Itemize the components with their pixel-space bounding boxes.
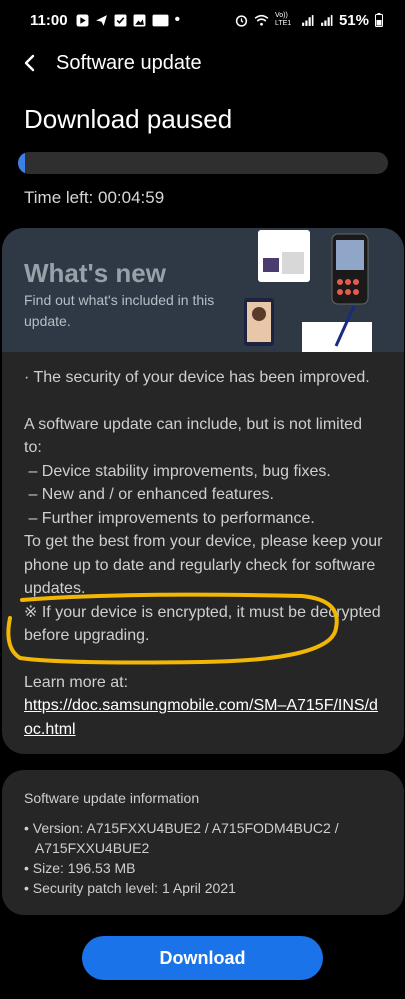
battery-icon <box>375 13 383 27</box>
lte-label: Vo)) LTE1 <box>274 12 292 27</box>
download-status-title: Download paused <box>24 104 233 134</box>
chevron-left-icon <box>24 54 35 72</box>
release-notes: · The security of your device has been i… <box>24 366 384 741</box>
progress-fill <box>18 152 26 174</box>
note-intro: A software update can include, but is no… <box>24 415 367 457</box>
notification-icons: • <box>76 11 181 29</box>
note-encrypted: ※ If your device is encrypted, it must b… <box>24 603 386 645</box>
download-progress-bar <box>18 152 388 174</box>
update-info-card: Software update information • Version: A… <box>2 770 404 915</box>
gb-icon <box>152 14 169 26</box>
note-security: · The security of your device has been i… <box>24 369 370 386</box>
wifi-icon <box>254 14 269 26</box>
note-keep-up: To get the best from your device, please… <box>24 533 387 597</box>
learn-more-label: Learn more at: <box>24 673 129 691</box>
devices-illustration <box>244 230 372 352</box>
time-left: Time left: 00:04:59 <box>24 188 165 207</box>
back-button[interactable] <box>18 52 40 74</box>
play-icon <box>76 14 89 26</box>
clock: 11:00 <box>30 11 68 29</box>
info-title: Software update information <box>24 790 200 806</box>
more-dot-icon: • <box>174 11 181 28</box>
info-version-cont: A715FXXU4BUE2 <box>24 840 150 856</box>
note-bullet-2: – New and / or enhanced features. <box>24 486 274 503</box>
note-bullet-1: – Device stability improvements, bug fix… <box>24 462 331 480</box>
system-indicators: Vo)) LTE1 51% <box>235 12 383 29</box>
telegram-icon <box>95 14 107 26</box>
download-button[interactable]: Download <box>82 936 323 980</box>
info-size: • Size: 196.53 MB <box>24 860 136 876</box>
whats-new-card[interactable]: What's new Find out what's included in t… <box>2 228 404 754</box>
learn-more-link[interactable]: https://doc.samsungmobile.com/SM–A715F/I… <box>24 697 378 738</box>
whats-new-subtitle: Find out what's included in this update. <box>24 292 215 329</box>
checkbox-icon <box>114 14 127 26</box>
gallery-icon <box>133 14 146 26</box>
page-title: Software update <box>56 51 202 74</box>
signal-icon <box>302 14 314 26</box>
note-bullet-3: – Further improvements to performance. <box>24 509 315 527</box>
whats-new-title: What's new <box>24 258 166 288</box>
app-bar: Software update <box>0 44 405 82</box>
alarm-icon <box>235 14 248 27</box>
status-bar: 11:00 • Vo)) LTE1 51% <box>0 0 405 40</box>
battery-percent: 51% <box>338 11 369 29</box>
info-version: • Version: A715FXXU4BUE2 / A715FODM4BUC2… <box>24 820 339 836</box>
signal-2-icon <box>321 14 333 26</box>
info-patch: • Security patch level: 1 April 2021 <box>24 880 236 896</box>
whats-new-banner: What's new Find out what's included in t… <box>2 228 404 352</box>
